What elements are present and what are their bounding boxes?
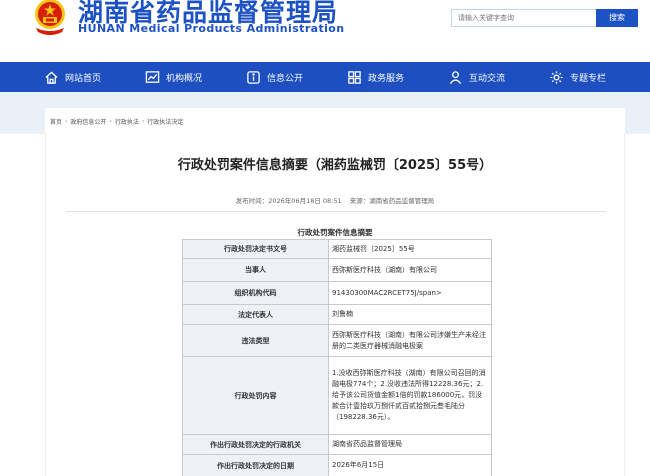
breadcrumb-link[interactable]: 首页 xyxy=(50,117,62,126)
table-row: 组织机构代码 91430300MAC2RCET75J/span> xyxy=(182,281,492,305)
breadcrumb: 首页 › 政府信息公开 › 行政执法 › 行政执法决定 xyxy=(45,108,625,134)
row-key: 法定代表人 xyxy=(182,304,329,325)
row-value: 刘鲁楠 xyxy=(328,304,492,325)
article-content: 行政处罚案件信息摘要（湘药监械罚〔2025〕55号） 发布时间：2026年06月… xyxy=(45,134,625,476)
chart-icon xyxy=(145,70,160,83)
nav-item-label: 政务服务 xyxy=(367,73,404,84)
row-key: 作出行政处罚决定的行政机关 xyxy=(182,434,329,455)
row-value: 1.没收西弥斯医疗科技（湖南）有限公司召回的消融电极774个；2.没收违法所得1… xyxy=(328,356,492,435)
search-button[interactable]: 搜索 xyxy=(596,9,638,27)
home-icon xyxy=(45,70,58,84)
page-title: 行政处罚案件信息摘要（湘药监械罚〔2025〕55号） xyxy=(177,158,493,173)
breadcrumb-link[interactable]: 政府信息公开 xyxy=(70,117,106,126)
case-summary-table: 行政处罚决定书文号 湘药监械罚〔2025〕55号 当事人 西弥斯医疗科技（湖南）… xyxy=(182,239,492,476)
row-key: 行政处罚决定书文号 xyxy=(182,239,329,259)
table-row: 行政处罚内容 1.没收西弥斯医疗科技（湖南）有限公司召回的消融电极774个；2.… xyxy=(182,356,492,435)
row-value: 西弥斯医疗科技（湖南）有限公司涉嫌生产未经注册的二类医疗器械消融电极案 xyxy=(328,324,492,357)
breadcrumb-separator: › xyxy=(141,117,145,125)
row-key: 作出行政处罚决定的日期 xyxy=(182,454,329,476)
row-value: 91430300MAC2RCET75J/span> xyxy=(328,281,492,305)
publish-time: 发布时间：2026年06月18日 08:51 xyxy=(235,197,342,205)
table-caption: 行政处罚案件信息摘要 xyxy=(297,228,373,237)
table-row: 违法类型 西弥斯医疗科技（湖南）有限公司涉嫌生产未经注册的二类医疗器械消融电极案 xyxy=(182,324,492,357)
main-nav: 网站首页 机构概况 信息公开 政务服务 互动交流 专题专栏 xyxy=(0,62,650,92)
breadcrumb-current[interactable]: 行政执法决定 xyxy=(147,117,183,126)
site-subtitle: HUNAN Medical Products Administration xyxy=(78,22,345,35)
nav-item-label: 专题专栏 xyxy=(569,73,606,84)
table-row: 作出行政处罚决定的日期 2026年6月15日 xyxy=(182,454,492,476)
nav-item-services[interactable]: 政务服务 xyxy=(347,70,404,85)
table-row: 当事人 西弥斯医疗科技（湖南）有限公司 xyxy=(182,258,492,282)
row-key: 当事人 xyxy=(182,258,329,282)
article-source: 来源：湖南省药品监督管理局 xyxy=(349,197,435,205)
row-value: 湖南省药品监督管理局 xyxy=(328,434,492,455)
nav-item-about[interactable]: 机构概况 xyxy=(145,70,202,85)
nav-item-info[interactable]: 信息公开 xyxy=(246,70,303,85)
search-input[interactable] xyxy=(451,9,597,27)
table-row: 作出行政处罚决定的行政机关 湖南省药品监督管理局 xyxy=(182,434,492,455)
nav-item-topics[interactable]: 专题专栏 xyxy=(549,70,606,85)
nav-item-label: 信息公开 xyxy=(266,73,303,84)
table-row: 行政处罚决定书文号 湘药监械罚〔2025〕55号 xyxy=(182,239,492,259)
breadcrumb-separator: › xyxy=(109,117,112,125)
row-value: 湘药监械罚〔2025〕55号 xyxy=(328,239,492,259)
row-value: 西弥斯医疗科技（湖南）有限公司 xyxy=(328,258,492,282)
nav-item-interaction[interactable]: 互动交流 xyxy=(448,70,505,85)
nav-item-label: 网站首页 xyxy=(64,73,101,84)
people-icon xyxy=(449,70,462,84)
article-meta: 发布时间：2026年06月18日 08:51 来源：湖南省药品监督管理局 xyxy=(46,195,624,205)
table-row: 法定代表人 刘鲁楠 xyxy=(182,304,492,325)
nav-item-label: 互动交流 xyxy=(468,73,505,84)
gear-icon xyxy=(550,70,563,84)
breadcrumb-area: 首页 › 政府信息公开 › 行政执法 › 行政执法决定 xyxy=(0,92,650,134)
grid-icon xyxy=(348,70,361,84)
row-key: 组织机构代码 xyxy=(182,281,329,305)
breadcrumb-separator: › xyxy=(65,117,68,125)
row-key: 行政处罚内容 xyxy=(182,356,329,435)
nav-item-home[interactable]: 网站首页 xyxy=(44,70,101,85)
row-value: 2026年6月15日 xyxy=(328,454,492,476)
divider xyxy=(66,211,606,212)
row-key: 违法类型 xyxy=(182,324,329,357)
site-header: 湖南省药品监督管理局 HUNAN Medical Products Admini… xyxy=(0,0,650,60)
nav-item-label: 机构概况 xyxy=(165,73,202,84)
breadcrumb-link[interactable]: 行政执法 xyxy=(115,117,139,126)
info-icon xyxy=(247,70,260,84)
national-emblem-icon xyxy=(35,0,65,35)
